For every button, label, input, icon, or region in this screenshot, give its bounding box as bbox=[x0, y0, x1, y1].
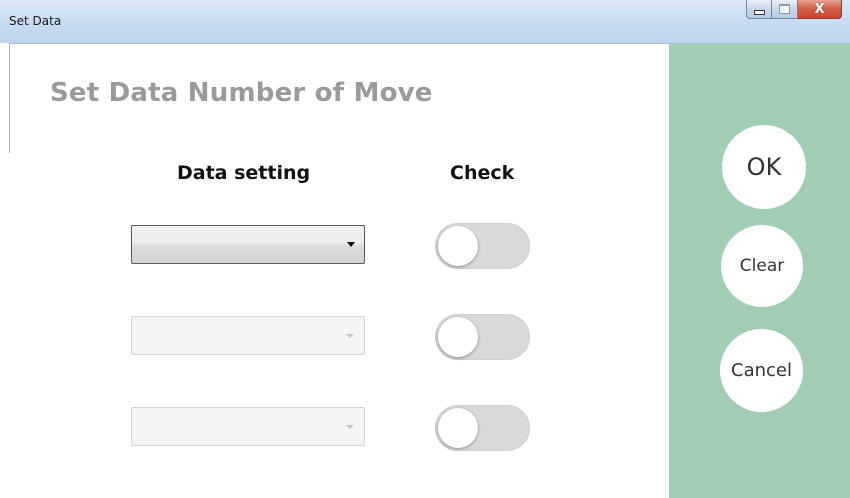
caption-buttons: X bbox=[746, 0, 842, 20]
check-toggle-3[interactable] bbox=[435, 405, 530, 451]
toggle-knob bbox=[438, 226, 478, 266]
data-setting-select-3[interactable] bbox=[131, 407, 365, 446]
window-title: Set Data bbox=[9, 14, 62, 28]
content-area: Set Data Number of Move Data setting Che… bbox=[10, 44, 669, 498]
maximize-icon bbox=[779, 4, 790, 14]
toggle-knob bbox=[438, 408, 478, 448]
check-toggle-1[interactable] bbox=[435, 223, 530, 269]
minimize-button[interactable] bbox=[746, 0, 772, 19]
check-toggle-2[interactable] bbox=[435, 314, 530, 360]
data-setting-select-1[interactable] bbox=[131, 225, 365, 264]
chevron-down-icon bbox=[347, 242, 355, 247]
set-data-window: Set Data X Set Data Number of Move Data … bbox=[0, 0, 850, 498]
data-setting-select-2[interactable] bbox=[131, 316, 365, 355]
clear-button[interactable]: Clear bbox=[721, 225, 803, 307]
maximize-button[interactable] bbox=[772, 0, 798, 19]
check-header: Check bbox=[450, 162, 515, 184]
data-setting-header: Data setting bbox=[177, 162, 311, 184]
minimize-icon bbox=[753, 9, 765, 15]
page-title: Set Data Number of Move bbox=[50, 78, 433, 108]
title-bar[interactable]: Set Data X bbox=[0, 0, 850, 44]
chevron-down-icon bbox=[346, 334, 354, 338]
close-button[interactable]: X bbox=[798, 0, 842, 19]
toggle-knob bbox=[438, 317, 478, 357]
action-panel: OK Clear Cancel bbox=[669, 44, 850, 498]
chevron-down-icon bbox=[346, 425, 354, 429]
ok-button[interactable]: OK bbox=[722, 125, 806, 209]
cancel-button[interactable]: Cancel bbox=[720, 329, 803, 412]
close-icon: X bbox=[814, 1, 825, 17]
